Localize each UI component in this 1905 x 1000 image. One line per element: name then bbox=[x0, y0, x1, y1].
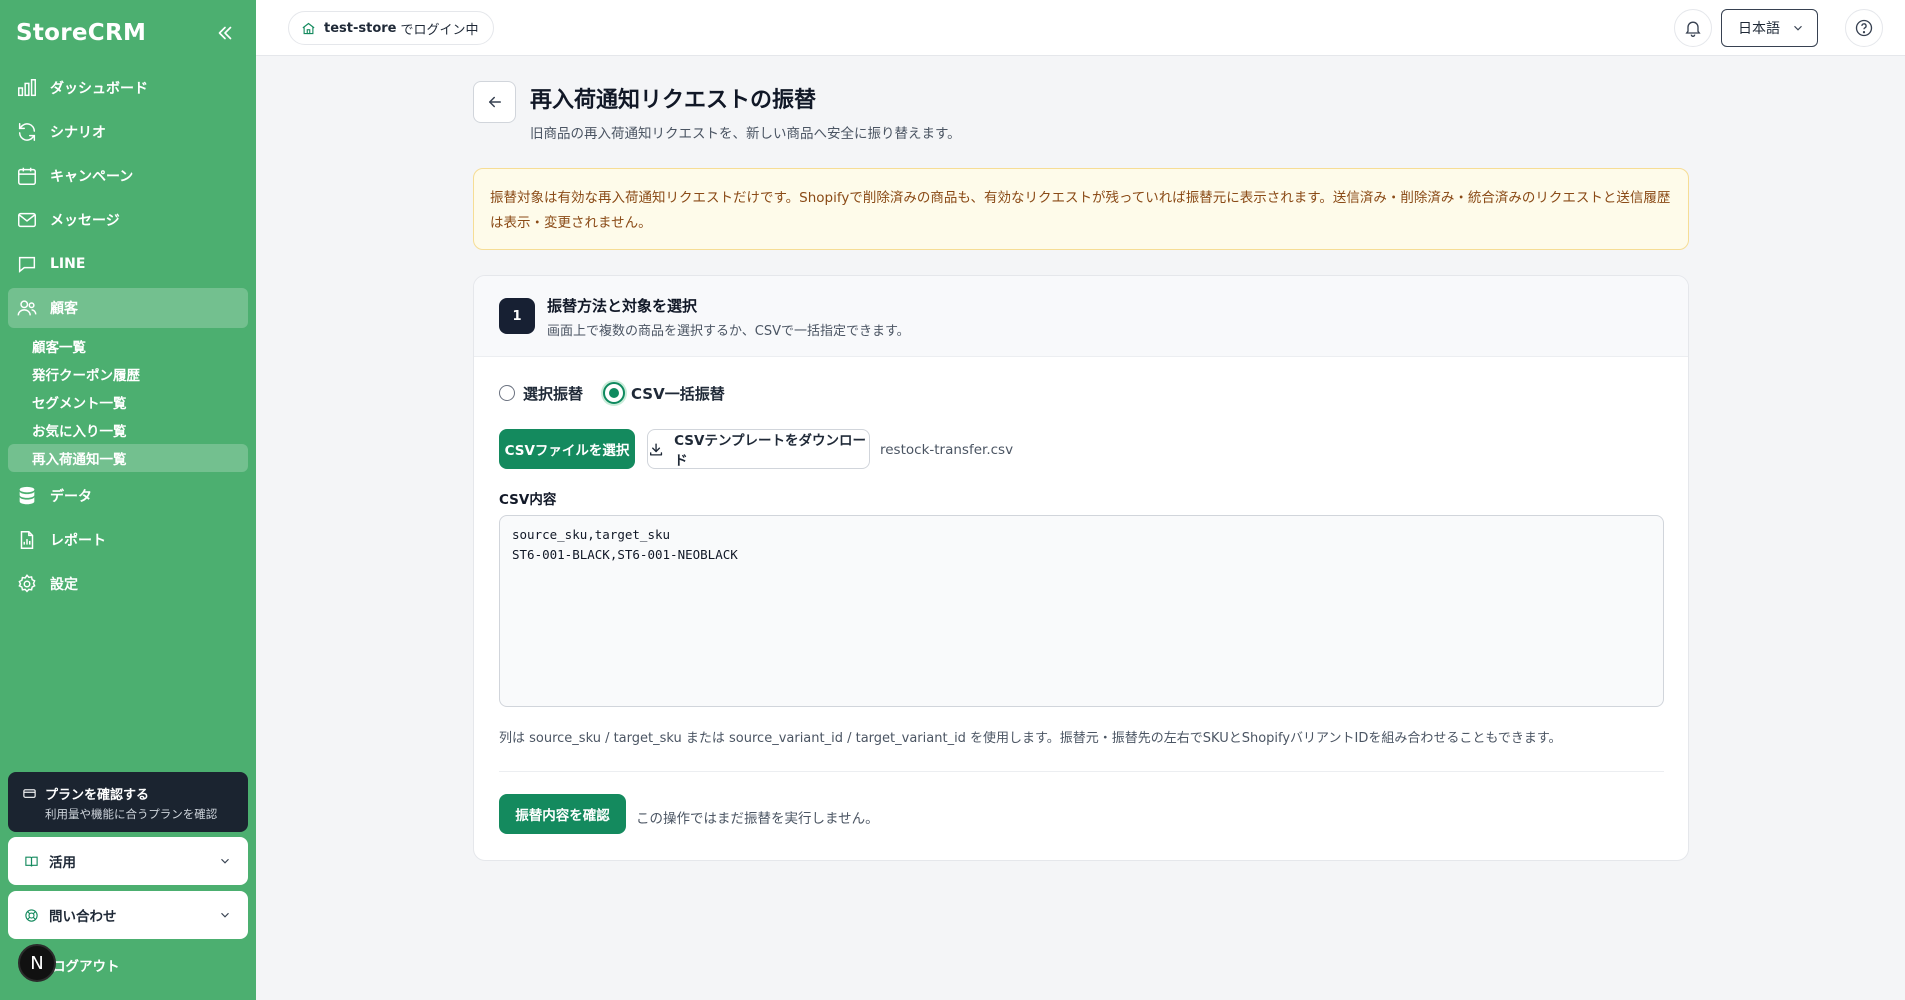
sidebar-item-data[interactable]: データ bbox=[8, 476, 248, 516]
sidebar-item-label: ダッシュボード bbox=[50, 81, 148, 97]
csv-content-textarea[interactable]: source_sku,target_sku ST6-001-BLACK,ST6-… bbox=[499, 515, 1664, 707]
divider bbox=[499, 771, 1664, 772]
logout-link[interactable]: ログアウト bbox=[52, 955, 120, 975]
selected-filename: restock-transfer.csv bbox=[880, 442, 1014, 458]
sidebar-item-label: データ bbox=[50, 489, 92, 505]
top-header: test-store でログイン中 日本語 bbox=[256, 0, 1905, 56]
step-1-header: 1 振替方法と対象を選択 画面上で複数の商品を選択するか、CSVで一括指定できま… bbox=[474, 276, 1688, 357]
page-subtitle: 旧商品の再入荷通知リクエストを、新しい商品へ安全に振り替えます。 bbox=[530, 126, 961, 142]
sidebar-subitem-coupon-history[interactable]: 発行クーポン履歴 bbox=[8, 360, 248, 388]
download-template-button[interactable]: CSVテンプレートをダウンロード bbox=[647, 429, 870, 469]
plan-title-text: プランを確認する bbox=[45, 788, 150, 803]
chat-icon bbox=[18, 256, 36, 273]
step-number-badge: 1 bbox=[499, 298, 535, 334]
sidebar-item-line[interactable]: LINE bbox=[8, 244, 248, 284]
sidebar: StoreCRM ダッシュボード シナリオ キャンペーン メッセージ LINE … bbox=[0, 0, 256, 1000]
users-icon bbox=[17, 300, 37, 316]
mail-icon bbox=[18, 212, 36, 228]
sidebar-item-campaign[interactable]: キャンペーン bbox=[8, 156, 248, 196]
usage-accordion[interactable]: 活用 bbox=[8, 837, 248, 885]
download-template-label: CSVテンプレートをダウンロード bbox=[674, 433, 867, 469]
sidebar-subitem-segment-list[interactable]: セグメント一覧 bbox=[8, 388, 248, 416]
radio-label: CSV一括振替 bbox=[631, 384, 725, 403]
chevron-down-icon bbox=[221, 912, 229, 918]
choose-csv-file-button[interactable]: CSVファイルを選択 bbox=[499, 429, 635, 469]
download-icon bbox=[650, 442, 663, 456]
help-button[interactable] bbox=[1845, 9, 1883, 47]
sidebar-item-label: シナリオ bbox=[50, 125, 106, 141]
credit-card-icon bbox=[23, 789, 36, 798]
support-icon bbox=[25, 908, 38, 922]
sidebar-item-message[interactable]: メッセージ bbox=[8, 200, 248, 240]
bell-icon bbox=[1685, 21, 1701, 37]
book-icon bbox=[25, 856, 38, 867]
contact-label: 問い合わせ bbox=[49, 909, 117, 925]
plan-card-title: プランを確認する bbox=[22, 784, 234, 803]
sidebar-item-scenario[interactable]: シナリオ bbox=[8, 112, 248, 152]
collapse-sidebar-icon[interactable] bbox=[214, 22, 236, 44]
sidebar-subitem-favorites-list[interactable]: お気に入り一覧 bbox=[8, 416, 248, 444]
radio-button[interactable] bbox=[499, 385, 515, 401]
back-button[interactable] bbox=[473, 81, 516, 123]
chevron-down-icon bbox=[221, 858, 229, 864]
radio-button-checked[interactable] bbox=[603, 382, 626, 404]
app-logo: StoreCRM bbox=[16, 20, 147, 46]
sidebar-item-label: LINE bbox=[50, 256, 86, 272]
customer-subnav: 顧客一覧 発行クーポン履歴 セグメント一覧 お気に入り一覧 再入荷通知一覧 bbox=[8, 332, 248, 472]
contact-accordion[interactable]: 問い合わせ bbox=[8, 891, 248, 939]
gear-icon bbox=[18, 574, 36, 593]
sidebar-item-label: レポート bbox=[50, 533, 106, 549]
sidebar-nav: ダッシュボード シナリオ キャンペーン メッセージ LINE 顧客 顧客一覧 発… bbox=[8, 68, 248, 608]
sidebar-item-customer[interactable]: 顧客 bbox=[8, 288, 248, 328]
store-name: test-store bbox=[324, 20, 397, 36]
bar-chart-icon bbox=[18, 79, 36, 97]
plan-card[interactable]: プランを確認する 利用量や機能に合うプランを確認 bbox=[8, 772, 248, 832]
sidebar-subitem-customer-list[interactable]: 顧客一覧 bbox=[8, 332, 248, 360]
store-login-status: でログイン中 bbox=[400, 22, 479, 38]
radio-select-transfer[interactable]: 選択振替 bbox=[499, 383, 583, 404]
sidebar-item-dashboard[interactable]: ダッシュボード bbox=[8, 68, 248, 108]
plan-subtitle: 利用量や機能に合うプランを確認 bbox=[45, 807, 218, 821]
language-select[interactable]: 日本語 bbox=[1721, 9, 1818, 47]
refresh-icon bbox=[18, 123, 36, 141]
sidebar-item-label: 顧客 bbox=[50, 301, 78, 317]
chevron-down-icon bbox=[1794, 25, 1802, 31]
step-1-card: 1 振替方法と対象を選択 画面上で複数の商品を選択するか、CSVで一括指定できま… bbox=[473, 275, 1689, 861]
transfer-mode-radio-group: 選択振替 CSV一括振替 bbox=[499, 382, 745, 404]
home-icon bbox=[302, 22, 315, 34]
report-icon bbox=[20, 531, 34, 549]
step-subtitle: 画面上で複数の商品を選択するか、CSVで一括指定できます。 bbox=[547, 324, 910, 339]
confirm-transfer-button[interactable]: 振替内容を確認 bbox=[499, 794, 626, 834]
csv-format-hint: 列は source_sku / target_sku または source_va… bbox=[499, 731, 1562, 746]
avatar[interactable]: N bbox=[18, 944, 56, 982]
confirm-note: この操作ではまだ振替を実行しません。 bbox=[636, 811, 879, 827]
warning-notice: 振替対象は有効な再入荷通知リクエストだけです。Shopifyで削除済みの商品も、… bbox=[473, 168, 1689, 250]
sidebar-item-label: キャンペーン bbox=[50, 169, 134, 185]
arrow-left-icon bbox=[488, 96, 501, 108]
sidebar-subitem-restock-list[interactable]: 再入荷通知一覧 bbox=[8, 444, 248, 472]
help-icon bbox=[1855, 19, 1873, 37]
sidebar-item-label: 設定 bbox=[50, 577, 78, 593]
database-icon bbox=[19, 486, 35, 505]
calendar-icon bbox=[18, 167, 36, 185]
csv-content-label: CSV内容 bbox=[499, 492, 557, 508]
notifications-button[interactable] bbox=[1674, 9, 1712, 47]
language-value: 日本語 bbox=[1738, 21, 1780, 37]
usage-label: 活用 bbox=[49, 855, 76, 871]
sidebar-item-settings[interactable]: 設定 bbox=[8, 564, 248, 604]
step-title: 振替方法と対象を選択 bbox=[547, 297, 698, 315]
sidebar-item-label: メッセージ bbox=[50, 213, 120, 229]
radio-csv-transfer[interactable]: CSV一括振替 bbox=[603, 382, 725, 404]
radio-label: 選択振替 bbox=[523, 384, 584, 403]
sidebar-item-report[interactable]: レポート bbox=[8, 520, 248, 560]
page-title: 再入荷通知リクエストの振替 bbox=[530, 88, 817, 113]
store-indicator[interactable]: test-store でログイン中 bbox=[288, 11, 494, 45]
